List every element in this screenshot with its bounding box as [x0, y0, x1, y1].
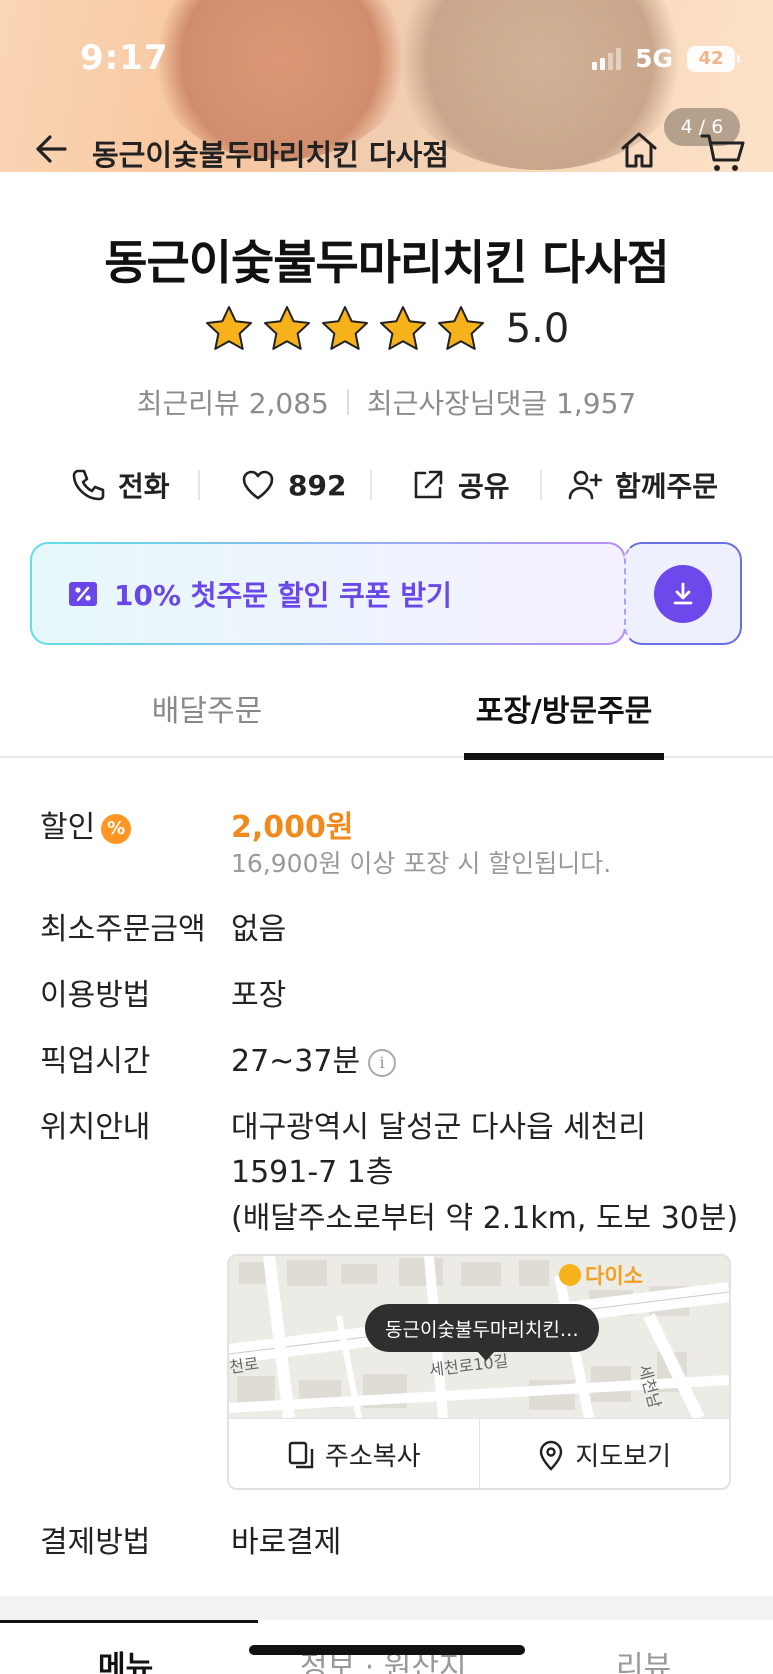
star-icon	[321, 306, 368, 350]
payment-value: 바로결제	[231, 1525, 342, 1560]
tab-menu[interactable]: 메뉴	[98, 1642, 153, 1674]
copy-address-button[interactable]: 주소복사	[229, 1419, 479, 1488]
tab-takeout-order[interactable]: 포장/방문주문	[464, 686, 664, 760]
section-divider	[0, 1596, 773, 1620]
recent-reviews[interactable]: 최근리뷰 2,085	[137, 382, 329, 422]
star-icon	[379, 306, 426, 350]
map-store-marker[interactable]: 동근이숯불두마리치킨…	[365, 1304, 599, 1361]
call-label: 전화	[118, 470, 170, 503]
tab-review[interactable]: 리뷰	[616, 1642, 671, 1674]
coupon-banner[interactable]: 10% 첫주문 할인 쿠폰 받기	[30, 542, 742, 645]
view-map-label: 지도보기	[575, 1442, 672, 1472]
like-count: 892	[288, 468, 347, 502]
rating-value: 5.0	[505, 306, 570, 352]
action-row: 전화 892 공유 함께주문	[0, 460, 773, 510]
method-value: 포장	[231, 978, 287, 1013]
info-icon[interactable]: i	[368, 1048, 397, 1077]
tab-indicator	[0, 1620, 258, 1623]
map-card: 다이소 천로 세천로10길 세천남 동근이숯불두마리치킨… 주소복사 지도보기	[227, 1254, 731, 1490]
road-label: 천로	[229, 1354, 260, 1377]
poi-daiso: 다이소	[559, 1260, 643, 1290]
header-title: 동근이숯불두마리치킨 다사점	[92, 138, 449, 172]
group-order-label: 함께주문	[615, 470, 719, 503]
min-order-value: 없음	[231, 912, 287, 947]
back-button[interactable]	[30, 128, 72, 170]
tab-delivery-order[interactable]: 배달주문	[110, 686, 304, 756]
pickup-label: 픽업시간	[40, 1044, 151, 1079]
network-label: 5G	[635, 44, 673, 73]
view-map-button[interactable]: 지도보기	[478, 1419, 730, 1488]
copy-address-label: 주소복사	[324, 1442, 421, 1472]
address-line-1: 대구광역시 달성군 다사읍 세천리	[231, 1110, 647, 1145]
home-indicator[interactable]	[249, 1645, 525, 1655]
shop-icon	[559, 1264, 581, 1286]
signal-icon	[592, 47, 622, 70]
store-photo-header[interactable]: 9:17 5G 42 동근이숯불두마리치킨 다사점 4 / 6	[0, 0, 773, 172]
cart-button[interactable]	[700, 130, 746, 172]
star-icon	[437, 306, 484, 350]
store-name: 동근이숯불두마리치킨 다사점	[104, 236, 669, 291]
home-icon	[621, 132, 657, 168]
pickup-row: 27~37분 i	[231, 1036, 397, 1080]
call-button[interactable]: 전화	[70, 460, 170, 510]
coupon-icon	[69, 581, 97, 606]
discount-note: 16,900원 이상 포장 시 할인됩니다.	[231, 849, 612, 878]
discount-amount: 2,000원	[231, 810, 354, 845]
like-button[interactable]: 892	[240, 460, 346, 510]
divider	[346, 389, 349, 415]
arrow-left-icon	[36, 135, 67, 163]
location-pin-icon	[540, 1440, 563, 1471]
status-icons: 5G 42	[592, 44, 740, 73]
order-type-tabs: 배달주문 포장/방문주문	[0, 686, 773, 760]
min-order-label: 최소주문금액	[40, 912, 206, 947]
share-icon	[414, 470, 443, 499]
battery-icon: 42	[687, 45, 740, 72]
address-distance: (배달주소로부터 약 2.1km, 도보 30분)	[231, 1201, 739, 1236]
divider	[370, 470, 372, 500]
home-button[interactable]	[617, 128, 661, 172]
poi-label: 다이소	[585, 1264, 643, 1288]
star-icon	[263, 306, 310, 350]
map-view[interactable]: 다이소 천로 세천로10길 세천남 동근이숯불두마리치킨…	[229, 1256, 729, 1418]
location-label: 위치안내	[40, 1110, 151, 1145]
status-time: 9:17	[80, 38, 169, 78]
discount-label-row: 할인%	[40, 802, 132, 846]
divider	[198, 470, 200, 500]
cart-icon	[700, 134, 745, 171]
address-line-2: 1591-7 1층	[231, 1155, 394, 1190]
heart-icon	[242, 470, 274, 500]
method-label: 이용방법	[40, 978, 151, 1013]
coupon-main[interactable]: 10% 첫주문 할인 쿠폰 받기	[30, 542, 626, 645]
discount-badge-icon: %	[101, 813, 132, 844]
review-summary[interactable]: 최근리뷰 2,085 최근사장님댓글 1,957	[0, 382, 773, 422]
download-icon	[654, 564, 712, 623]
star-icon	[205, 306, 252, 350]
coupon-download-button[interactable]	[624, 542, 742, 645]
coupon-text: 10% 첫주문 할인 쿠폰 받기	[114, 578, 452, 612]
copy-icon	[288, 1441, 314, 1468]
group-order-button[interactable]: 함께주문	[567, 460, 718, 510]
share-label: 공유	[458, 470, 510, 503]
add-user-icon	[568, 470, 603, 500]
phone-icon	[72, 469, 105, 501]
map-actions: 주소복사 지도보기	[229, 1418, 730, 1488]
rating-row: 5.0	[0, 304, 773, 354]
pickup-value: 27~37분	[231, 1044, 361, 1079]
payment-label: 결제방법	[40, 1525, 151, 1560]
share-button[interactable]: 공유	[410, 460, 510, 510]
divider	[540, 470, 542, 500]
discount-label: 할인	[40, 810, 96, 845]
owner-replies[interactable]: 최근사장님댓글 1,957	[367, 382, 636, 422]
